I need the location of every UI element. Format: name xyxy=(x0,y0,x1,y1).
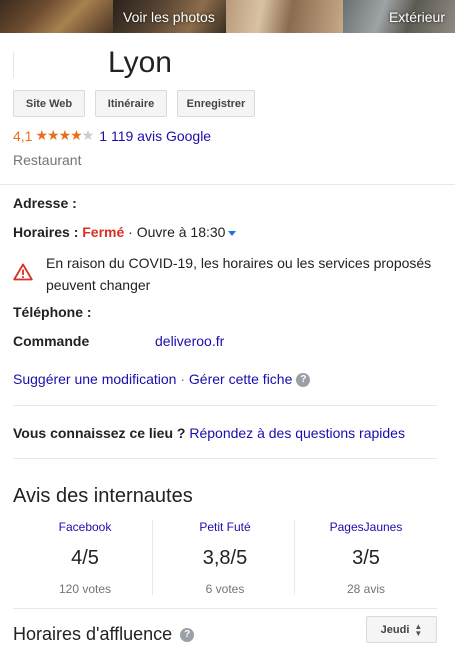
photo-thumbnail-interior[interactable] xyxy=(0,0,113,33)
edit-row: Suggérer une modification · Gérer cette … xyxy=(13,371,311,388)
day-select-value: Jeudi xyxy=(380,623,410,636)
edit-separator: · xyxy=(180,371,185,387)
address-row: Adresse : xyxy=(13,195,77,211)
exterior-label: Extérieur xyxy=(388,9,445,25)
review-source-name[interactable]: Facebook xyxy=(25,520,145,534)
see-photos-tile[interactable]: Voir les photos xyxy=(113,0,226,33)
see-photos-label: Voir les photos xyxy=(123,9,215,25)
photo-strip: Voir les photos Extérieur xyxy=(0,0,455,33)
save-button[interactable]: Enregistrer xyxy=(177,90,255,117)
review-source-name[interactable]: Petit Futé xyxy=(165,520,285,534)
order-row: Commande xyxy=(13,333,89,349)
star-icon: ★ xyxy=(47,127,60,143)
hours-separator: · xyxy=(128,224,133,240)
review-votes: 120 votes xyxy=(58,582,112,596)
rating-value: 4,1 xyxy=(13,127,33,144)
google-reviews-link[interactable]: 1 119 avis Google xyxy=(99,128,211,144)
review-source-pagesjaunes: PagesJaunes 3/5 28 avis xyxy=(306,520,426,596)
order-link-wrap: deliveroo.fr xyxy=(155,333,224,349)
help-circle-icon[interactable]: ? xyxy=(180,628,195,643)
hours-status: Fermé xyxy=(82,224,125,240)
busy-hours-title: Horaires d'affluence? xyxy=(13,624,195,645)
updown-icon: ▲ ▼ xyxy=(414,621,423,638)
phone-label: Téléphone : xyxy=(13,304,92,320)
rating-stars: ★★★★★ xyxy=(35,127,95,144)
review-score: 4/5 xyxy=(71,547,99,569)
manage-listing-link[interactable]: Gérer cette fiche xyxy=(189,371,293,387)
exterior-photos-tile[interactable]: Extérieur xyxy=(343,0,455,33)
column-separator xyxy=(294,520,295,595)
hours-next-open[interactable]: Ouvre à 18:30 xyxy=(137,224,226,240)
divider xyxy=(13,405,437,406)
hours-row: Horaires : Fermé · Ouvre à 18:30 xyxy=(13,224,237,240)
covid-notice: En raison du COVID-19, les horaires ou l… xyxy=(46,255,432,293)
rating-row: 4,1 ★★★★★ 1 119 avis Google xyxy=(13,127,211,144)
directions-button[interactable]: Itinéraire xyxy=(95,90,167,117)
divider xyxy=(13,608,437,609)
photo-thumbnail-facade[interactable] xyxy=(226,0,343,33)
place-logo xyxy=(13,52,95,78)
review-votes: 6 votes xyxy=(205,582,245,596)
website-button[interactable]: Site Web xyxy=(13,90,85,117)
hours-label: Horaires : xyxy=(13,224,79,240)
review-score: 3/5 xyxy=(352,547,380,569)
place-category: Restaurant xyxy=(13,152,82,168)
order-label: Commande xyxy=(13,333,90,349)
review-score: 3,8/5 xyxy=(202,547,248,569)
caret-down-icon[interactable] xyxy=(228,230,237,236)
place-title: Lyon xyxy=(108,46,172,79)
phone-row: Téléphone : xyxy=(13,304,92,320)
review-source-name[interactable]: PagesJaunes xyxy=(306,520,426,534)
busy-hours-label: Horaires d'affluence xyxy=(13,624,173,644)
deliveroo-link[interactable]: deliveroo.fr xyxy=(155,333,224,349)
help-circle-icon[interactable]: ? xyxy=(296,373,311,388)
review-source-petit-fute: Petit Futé 3,8/5 6 votes xyxy=(165,520,285,596)
star-icon: ★ xyxy=(58,127,72,143)
quick-questions-row: Vous connaissez ce lieu ? Répondez à des… xyxy=(13,425,405,441)
star-empty-icon: ★ xyxy=(81,127,95,143)
quick-answers-link[interactable]: Répondez à des questions rapides xyxy=(189,425,405,441)
quick-question-label: Vous connaissez ce lieu ? xyxy=(13,425,186,441)
star-icon: ★ xyxy=(35,127,48,143)
address-label: Adresse : xyxy=(13,195,77,211)
suggest-edit-link[interactable]: Suggérer une modification xyxy=(13,371,176,387)
column-separator xyxy=(152,520,153,595)
divider xyxy=(13,458,437,459)
star-icon: ★ xyxy=(70,127,83,143)
divider xyxy=(0,184,455,185)
day-select[interactable]: Jeudi ▲ ▼ xyxy=(366,616,437,643)
warning-triangle-icon xyxy=(13,263,33,281)
review-votes: 28 avis xyxy=(346,582,386,596)
review-source-facebook: Facebook 4/5 120 votes xyxy=(25,520,145,596)
web-reviews-title: Avis des internautes xyxy=(13,485,193,507)
